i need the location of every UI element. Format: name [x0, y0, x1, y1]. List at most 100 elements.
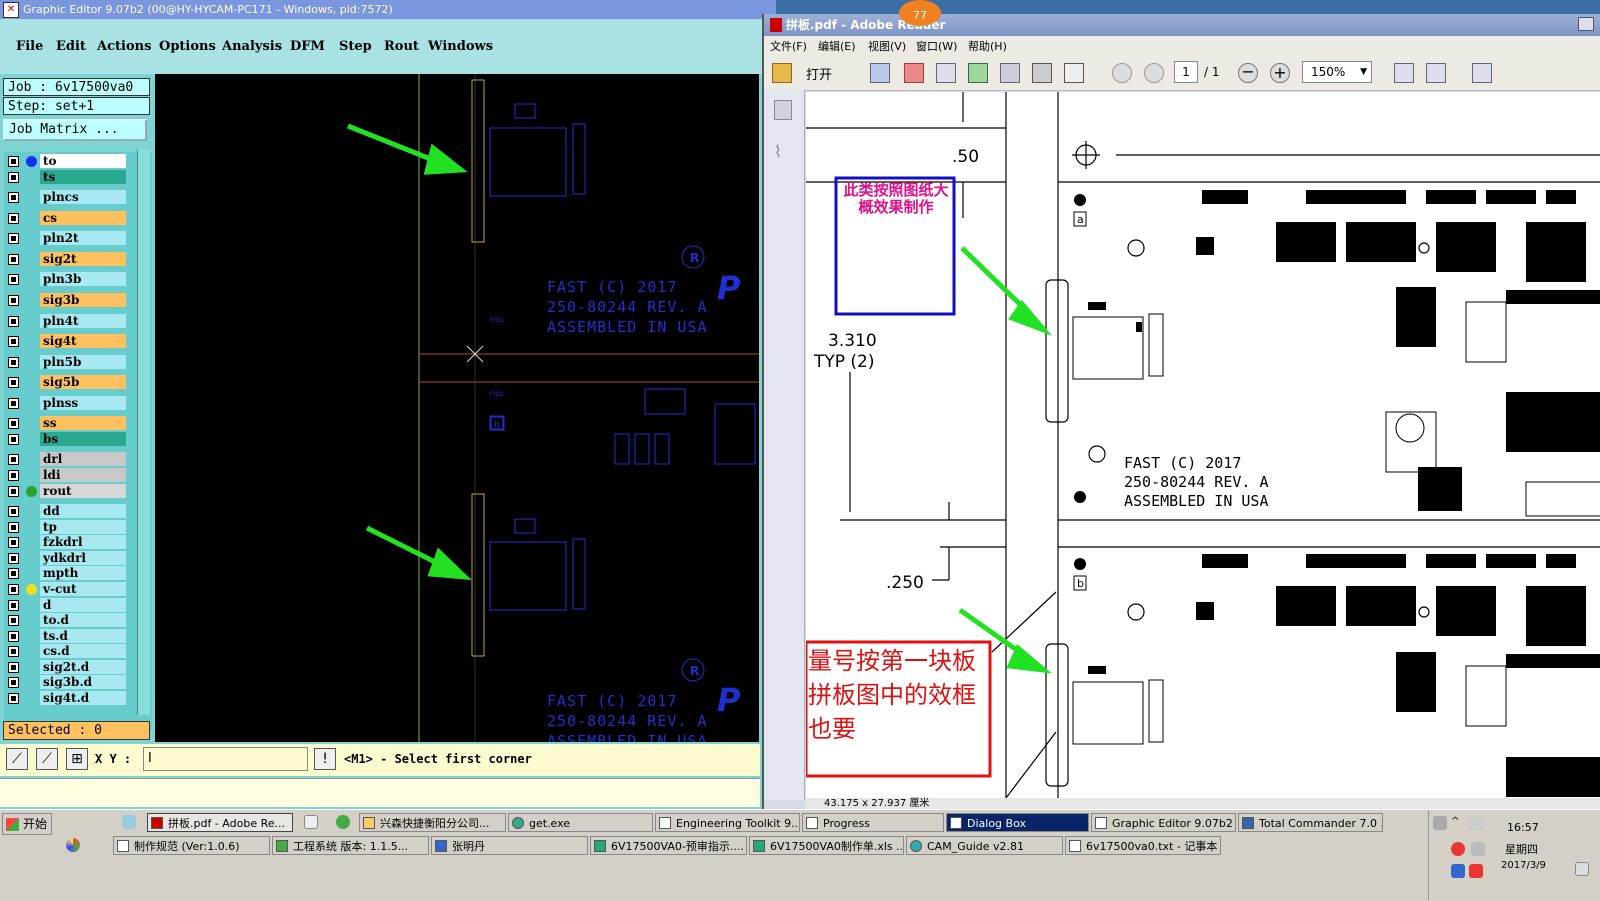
layer-checkbox[interactable]: [8, 172, 19, 183]
zoom-out-icon[interactable]: −: [1238, 63, 1258, 83]
layer-name[interactable]: drl: [40, 452, 126, 466]
layer-row[interactable]: d: [4, 598, 152, 613]
task-zhang[interactable]: 张明丹: [431, 836, 588, 855]
layer-checkbox[interactable]: [8, 486, 19, 497]
layer-row[interactable]: ydkdrl: [4, 551, 152, 566]
layer-row[interactable]: tp: [4, 520, 152, 535]
layer-name[interactable]: pln5b: [40, 355, 126, 369]
layer-name[interactable]: rout: [40, 484, 126, 498]
layer-checkbox[interactable]: [8, 568, 19, 579]
pages-panel-icon[interactable]: [774, 100, 792, 120]
layer-list-scrollbar[interactable]: [137, 150, 150, 715]
layer-row[interactable]: sig5b: [4, 375, 152, 390]
layer-checkbox[interactable]: [8, 233, 19, 244]
minimize-icon[interactable]: [1578, 17, 1594, 31]
export-pdf-icon[interactable]: [904, 63, 924, 83]
layer-name[interactable]: plncs: [40, 190, 126, 204]
layer-checkbox[interactable]: [8, 295, 19, 306]
layer-name[interactable]: mpth: [40, 566, 126, 580]
tray-network-icon[interactable]: [1433, 816, 1447, 830]
task-get-exe[interactable]: get.exe: [508, 813, 653, 832]
task-engineering-system[interactable]: 工程系统 版本: 1.1.5...: [272, 836, 429, 855]
layer-checkbox[interactable]: [8, 192, 19, 203]
fit-width-icon[interactable]: [1394, 63, 1414, 83]
quicklaunch-icon[interactable]: [122, 815, 136, 829]
email-icon[interactable]: [1064, 63, 1084, 83]
upload-icon[interactable]: [968, 63, 988, 83]
layer-row[interactable]: plncs: [4, 190, 152, 205]
layer-checkbox[interactable]: [8, 398, 19, 409]
app-tray-icon[interactable]: [66, 838, 80, 852]
menu-actions[interactable]: Actions: [97, 39, 151, 54]
layer-checkbox[interactable]: [8, 677, 19, 688]
layer-row[interactable]: v-cut: [4, 582, 152, 597]
menu-step[interactable]: Step: [339, 39, 372, 54]
tray-ime-icon[interactable]: [1451, 864, 1465, 878]
layer-row[interactable]: rout: [4, 484, 152, 499]
start-button[interactable]: 开始: [2, 813, 52, 835]
task-total-commander[interactable]: Total Commander 7.0 ...: [1238, 813, 1383, 832]
graphic-canvas[interactable]: R R P P FAST (C) 2017 250-80244 REV. A A…: [155, 74, 759, 742]
layer-checkbox[interactable]: [8, 418, 19, 429]
grid-icon[interactable]: ⊞: [66, 748, 88, 770]
pdf-page[interactable]: .50 3.310 TYP (2) .250 此类按照图纸大概效果制作 量号按第…: [806, 92, 1600, 798]
tray-device-icon[interactable]: [1469, 816, 1483, 830]
layer-checkbox[interactable]: [8, 662, 19, 673]
task-notepad[interactable]: 6v17500va0.txt - 记事本: [1065, 836, 1221, 855]
layer-row[interactable]: sig2t.d: [4, 660, 152, 675]
layer-row[interactable]: pln2t: [4, 231, 152, 246]
task-precheck[interactable]: 6V17500VA0-预审指示....: [590, 836, 747, 855]
page-number-input[interactable]: 1: [1174, 61, 1198, 83]
layer-checkbox[interactable]: [8, 470, 19, 481]
layer-checkbox[interactable]: [8, 434, 19, 445]
next-page-icon[interactable]: [1144, 63, 1164, 83]
layer-checkbox[interactable]: [8, 646, 19, 657]
layer-checkbox[interactable]: [8, 316, 19, 327]
fit-page-icon[interactable]: [1426, 63, 1446, 83]
menu-dfm[interactable]: DFM: [290, 39, 325, 54]
task-progress[interactable]: Progress: [802, 813, 944, 832]
task-cam-guide[interactable]: CAM_Guide v2.81: [906, 836, 1063, 855]
layer-row[interactable]: to.d: [4, 613, 152, 628]
layer-checkbox[interactable]: [8, 336, 19, 347]
layer-name[interactable]: cs: [40, 211, 126, 225]
xy-input[interactable]: I: [143, 747, 308, 771]
layer-row[interactable]: sig4t.d: [4, 691, 152, 706]
tray-adobe-icon[interactable]: [1469, 864, 1483, 878]
task-adobe-reader[interactable]: 拼板.pdf - Adobe Re...: [147, 813, 293, 832]
layer-row[interactable]: pln5b: [4, 355, 152, 370]
notification-badge[interactable]: 77: [899, 0, 941, 26]
layer-name[interactable]: tp: [40, 520, 126, 534]
layer-name[interactable]: ts.d: [40, 629, 126, 643]
show-desktop-icon[interactable]: [1575, 862, 1589, 876]
layer-row[interactable]: cs.d: [4, 644, 152, 659]
measure-icon[interactable]: ⟋: [36, 748, 58, 770]
ar-menu-edit[interactable]: 编辑(E): [818, 38, 856, 54]
layer-row[interactable]: ts: [4, 170, 152, 185]
layer-name[interactable]: ts: [40, 170, 126, 184]
layer-row[interactable]: drl: [4, 452, 152, 467]
menu-analysis[interactable]: Analysis: [222, 39, 282, 54]
layer-name[interactable]: pln3b: [40, 272, 126, 286]
create-pdf-icon[interactable]: [870, 63, 890, 83]
menu-options[interactable]: Options: [159, 39, 216, 54]
layer-checkbox[interactable]: [8, 693, 19, 704]
layer-checkbox[interactable]: [8, 377, 19, 388]
layer-row[interactable]: bs: [4, 432, 152, 447]
layer-row[interactable]: pln4t: [4, 314, 152, 329]
layer-checkbox[interactable]: [8, 631, 19, 642]
layer-name[interactable]: ydkdrl: [40, 551, 126, 565]
zoom-select[interactable]: 150% ▼: [1302, 61, 1372, 83]
task-dialog-box[interactable]: Dialog Box: [946, 813, 1089, 832]
layer-checkbox[interactable]: [8, 156, 19, 167]
quicklaunch-doc-icon[interactable]: [304, 815, 318, 829]
menu-file[interactable]: File: [16, 39, 43, 54]
zoom-in-icon[interactable]: +: [1270, 63, 1290, 83]
layer-row[interactable]: ldi: [4, 468, 152, 483]
layer-checkbox[interactable]: [8, 522, 19, 533]
layer-name[interactable]: sig3b: [40, 293, 126, 307]
layer-row[interactable]: ss: [4, 416, 152, 431]
layer-name[interactable]: v-cut: [40, 582, 126, 596]
layer-row[interactable]: sig3b.d: [4, 675, 152, 690]
layer-checkbox[interactable]: [8, 274, 19, 285]
